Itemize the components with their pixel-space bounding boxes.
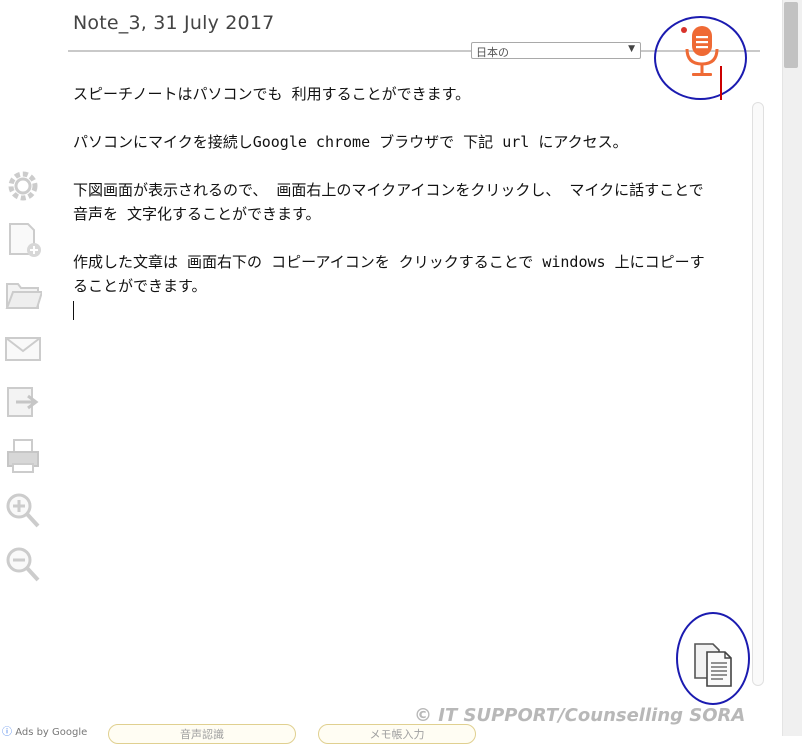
note-text-area[interactable]: スピーチノートはパソコンでも 利用することができます。 パソコンにマイクを接続し… (73, 82, 713, 322)
gear-icon[interactable] (4, 166, 42, 206)
text-scrollbar[interactable] (752, 102, 764, 686)
paragraph: 作成した文章は 画面右下の コピーアイコンを クリックすることで windows… (73, 253, 705, 295)
ads-text: Ads by Google (15, 727, 88, 738)
speech-recognition-button[interactable]: 音声認識 (108, 724, 296, 744)
language-select-value: 日本の (476, 46, 509, 59)
paragraph: スピーチノートはパソコンでも 利用することができます。 (73, 85, 471, 103)
print-icon[interactable] (4, 436, 42, 476)
copyright-watermark: © IT SUPPORT/Counselling SORA (414, 705, 746, 726)
recording-cursor (720, 66, 722, 100)
new-note-icon[interactable] (4, 220, 42, 260)
window-scrollbar[interactable] (782, 0, 802, 736)
export-icon[interactable] (4, 382, 42, 422)
zoom-out-icon[interactable] (4, 544, 42, 584)
paragraph: パソコンにマイクを接続しGoogle chrome ブラウザで 下記 url に… (73, 133, 628, 151)
mail-icon[interactable] (4, 328, 42, 368)
text-caret (73, 301, 74, 320)
dropdown-arrow-icon: ▼ (628, 44, 635, 54)
paragraph: 下図画面が表示されるので、 画面右上のマイクアイコンをクリックし、 マイクに話す… (73, 181, 704, 223)
memo-input-button[interactable]: メモ帳入力 (318, 724, 476, 744)
note-title: Note_3, 31 July 2017 (73, 12, 275, 34)
info-icon: ⓘ (2, 727, 12, 738)
folder-icon[interactable] (4, 274, 44, 314)
window-scrollbar-thumb[interactable] (784, 2, 798, 68)
copy-icon[interactable] (693, 640, 735, 688)
language-select[interactable]: 日本の ▼ (471, 42, 641, 59)
zoom-in-icon[interactable] (4, 490, 42, 530)
